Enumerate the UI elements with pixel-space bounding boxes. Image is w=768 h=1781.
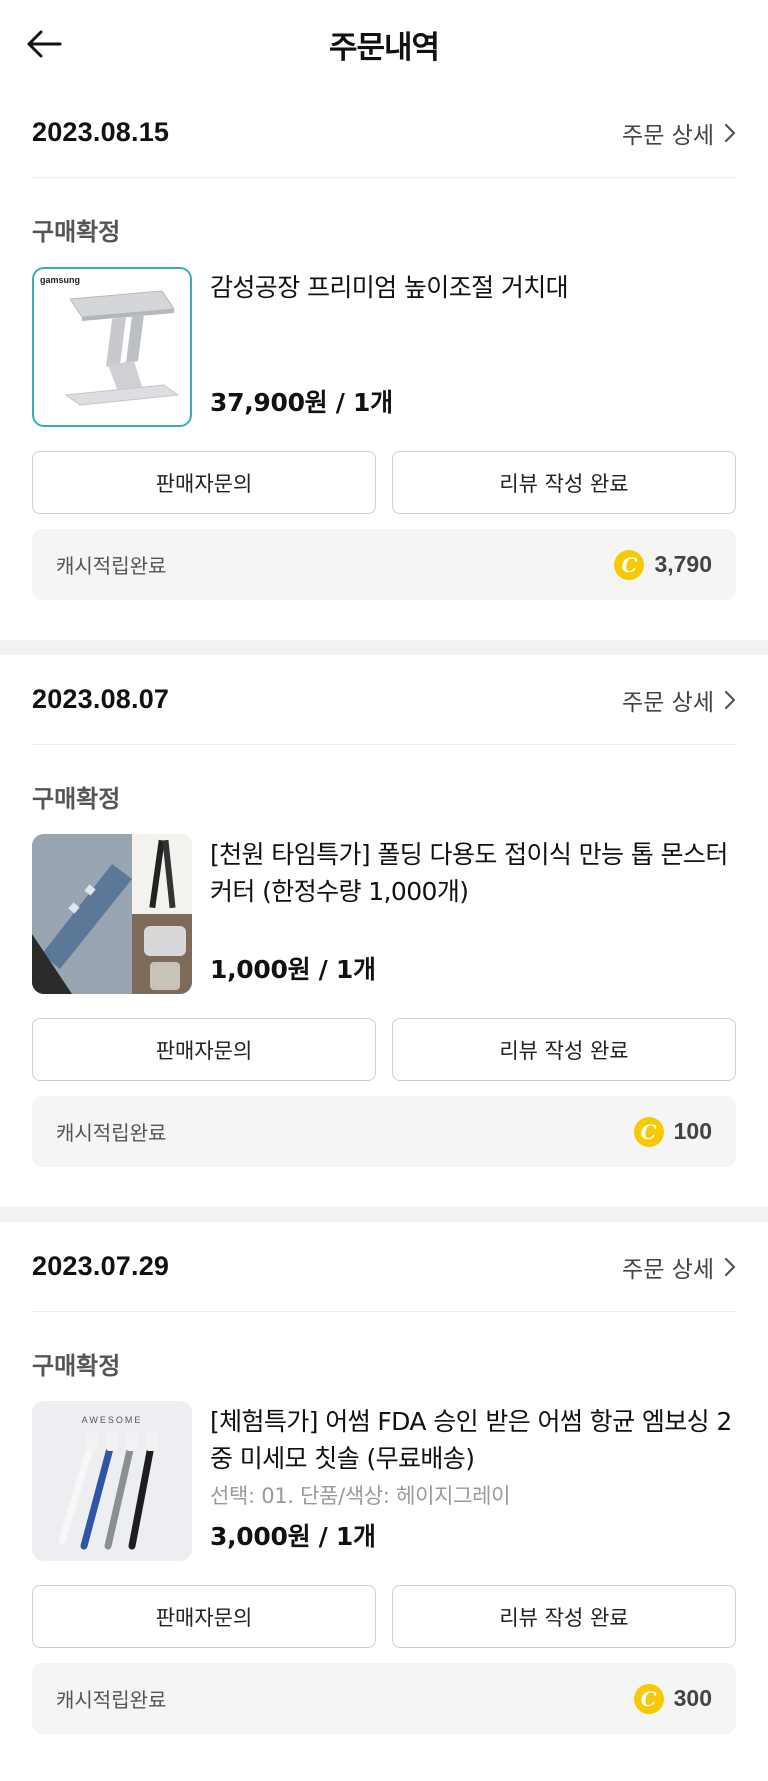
cash-amount-value: 3,790 [654,551,712,577]
order-actions: 판매자문의 리뷰 작성 완료 [32,451,736,514]
cash-reward-label: 캐시적립완료 [56,1121,167,1145]
order-status: 구매확정 [32,785,121,813]
order-date: 2023.08.15 [32,117,170,147]
chevron-right-icon [724,690,736,709]
review-complete-button[interactable]: 리뷰 작성 완료 [392,451,736,514]
seller-inquiry-button[interactable]: 판매자문의 [32,1018,376,1081]
app-header: 주문내역 [0,0,768,88]
order-detail-link[interactable]: 주문 상세 [622,1250,736,1284]
order-detail-label: 주문 상세 [622,1256,714,1283]
order-actions: 판매자문의 리뷰 작성 완료 [32,1018,736,1081]
order-detail-label: 주문 상세 [622,122,714,149]
arrow-left-icon [27,30,62,58]
product-name[interactable]: [체험특가] 어썸 FDA 승인 받은 어썸 항균 엠보싱 2중 미세모 칫솔 … [210,1403,736,1477]
product-price: 3,000원 / 1개 [210,1522,376,1551]
product-price: 1,000원 / 1개 [210,955,376,984]
coin-icon: C [633,1683,664,1714]
chevron-right-icon [724,123,736,142]
cash-reward-label: 캐시적립완료 [56,554,167,578]
product-info: 감성공장 프리미엄 높이조절 거치대 37,900원 / 1개 [210,267,736,427]
section-divider [0,1207,768,1222]
product-row[interactable]: gamsung 감성공장 프리미엄 높이조절 거치대 37,900원 / 1개 [32,267,736,427]
order-card: 2023.07.29 주문 상세 구매확정 AWESOME [체험특가] 어썸 … [0,1222,768,1734]
product-price: 37,900원 / 1개 [210,388,393,417]
order-date: 2023.08.07 [32,684,170,714]
order-actions: 판매자문의 리뷰 작성 완료 [32,1585,736,1648]
order-status: 구매확정 [32,218,121,246]
product-option: 선택: 01. 단품/색상: 헤이지그레이 [210,1484,511,1508]
cash-reward-amount: C 3,790 [614,549,712,580]
laptop-stand-image: gamsung [40,275,180,406]
cash-reward-bar: 캐시적립완료 C 100 [32,1096,736,1167]
coin-icon: C [633,1116,664,1147]
page-title: 주문내역 [328,29,440,66]
review-complete-button[interactable]: 리뷰 작성 완료 [392,1585,736,1648]
product-thumbnail[interactable]: gamsung [32,267,192,427]
order-detail-link[interactable]: 주문 상세 [622,683,736,717]
order-header: 2023.07.29 주문 상세 [32,1222,736,1312]
cash-amount-value: 300 [673,1685,712,1711]
product-thumbnail[interactable] [32,834,192,994]
brand-text: gamsung [40,275,80,285]
order-detail-link[interactable]: 주문 상세 [622,116,736,150]
product-row[interactable]: [천원 타임특가] 폴딩 다용도 접이식 만능 톱 몬스터 커터 (한정수량 1… [32,834,736,994]
order-detail-label: 주문 상세 [622,689,714,716]
seller-inquiry-button[interactable]: 판매자문의 [32,1585,376,1648]
product-info: [천원 타임특가] 폴딩 다용도 접이식 만능 톱 몬스터 커터 (한정수량 1… [210,834,736,994]
order-header: 2023.08.07 주문 상세 [32,655,736,745]
product-name[interactable]: 감성공장 프리미엄 높이조절 거치대 [210,269,736,306]
product-thumbnail[interactable]: AWESOME [32,1401,192,1561]
section-divider [0,640,768,655]
cash-amount-value: 100 [673,1118,712,1144]
cash-reward-amount: C 100 [633,1116,712,1147]
cash-reward-amount: C 300 [633,1683,712,1714]
toothbrush-image: AWESOME [32,1401,192,1561]
chevron-right-icon [724,1257,736,1276]
cash-reward-bar: 캐시적립완료 C 3,790 [32,529,736,600]
cash-reward-label: 캐시적립완료 [56,1688,167,1712]
cash-reward-bar: 캐시적립완료 C 300 [32,1663,736,1734]
review-complete-button[interactable]: 리뷰 작성 완료 [392,1018,736,1081]
product-row[interactable]: AWESOME [체험특가] 어썸 FDA 승인 받은 어썸 항균 엠보싱 2중… [32,1401,736,1561]
product-info: [체험특가] 어썸 FDA 승인 받은 어썸 항균 엠보싱 2중 미세모 칫솔 … [210,1401,736,1561]
order-status: 구매확정 [32,1352,121,1380]
product-name[interactable]: [천원 타임특가] 폴딩 다용도 접이식 만능 톱 몬스터 커터 (한정수량 1… [210,836,736,910]
order-date: 2023.07.29 [32,1251,170,1281]
seller-inquiry-button[interactable]: 판매자문의 [32,451,376,514]
order-card: 2023.08.15 주문 상세 구매확정 gamsung 감성공장 프리미엄 … [0,88,768,640]
order-header: 2023.08.15 주문 상세 [32,88,736,178]
order-card: 2023.08.07 주문 상세 구매확정 [천원 타임특가] 폴딩 다용도 접… [0,655,768,1207]
back-button[interactable] [22,22,66,66]
brand-text: AWESOME [82,1415,143,1425]
coin-icon: C [614,549,645,580]
folding-cutter-image [32,834,192,994]
